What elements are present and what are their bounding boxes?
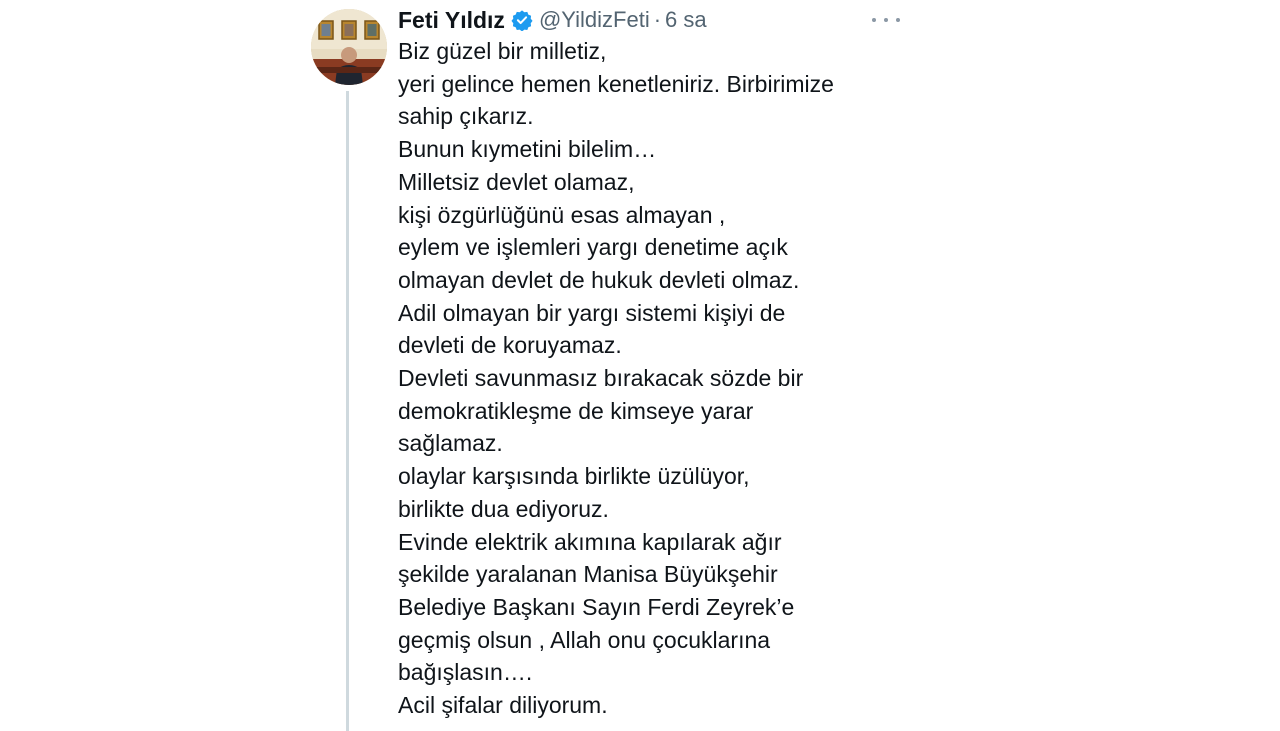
separator-dot: ·: [653, 7, 662, 32]
tweet-text-line: Bunun kıymetini bilelim…: [398, 136, 657, 163]
tweet-timestamp[interactable]: 6 sa: [665, 7, 707, 33]
tweet: Feti Yıldız @YildizFeti · 6 sa Biz güzel…: [0, 0, 1280, 731]
tweet-text-line: eylem ve işlemleri yargı denetime açık: [398, 234, 788, 261]
verified-badge-icon: [511, 9, 533, 32]
tweet-text-line: bağışlasın….: [398, 659, 533, 686]
tweet-text-line: demokratikleşme de kimseye yarar: [398, 397, 754, 424]
tweet-text: Biz güzel bir milletiz, yeri gelince heme…: [398, 35, 918, 722]
tweet-text-line: şekilde yaralanan Manisa Büyükşehir: [398, 561, 778, 588]
avatar[interactable]: [311, 9, 387, 85]
more-dot: [884, 18, 888, 22]
tweet-text-line: olaylar karşısında birlikte üzülüyor,: [398, 463, 750, 490]
more-dot: [896, 18, 900, 22]
tweet-text-line: Devleti savunmasız bırakacak sözde bir: [398, 365, 804, 392]
tweet-text-line: birlikte dua ediyoruz.: [398, 495, 609, 522]
author-name[interactable]: Feti Yıldız: [398, 7, 505, 34]
tweet-header: Feti Yıldız @YildizFeti · 6 sa: [398, 4, 707, 36]
tweet-text-line: geçmiş olsun , Allah onu çocuklarına: [398, 626, 771, 653]
avatar-photo: [311, 9, 387, 85]
tweet-text-line: Evinde elektrik akımına kapılarak ağır: [398, 528, 782, 555]
tweet-text-line: kişi özgürlüğünü esas almayan ,: [398, 201, 726, 228]
tweet-text-line: Adil olmayan bir yargı sistemi kişiyi de: [398, 299, 786, 326]
more-dot: [872, 18, 876, 22]
more-options-icon[interactable]: [872, 12, 900, 28]
author-handle[interactable]: @YildizFeti: [539, 7, 650, 33]
tweet-text-line: Biz güzel bir milletiz,: [398, 38, 607, 64]
tweet-text-line: yeri gelince hemen kenetleniriz. Birbiri…: [398, 70, 834, 97]
tweet-text-line: sahip çıkarız.: [398, 103, 534, 130]
tweet-text-line: devleti de koruyamaz.: [398, 332, 622, 359]
tweet-text-line: Acil şifalar diliyorum.: [398, 692, 608, 719]
tweet-text-line: olmayan devlet de hukuk devleti olmaz.: [398, 266, 800, 293]
thread-line: [346, 91, 349, 731]
tweet-text-line: Belediye Başkanı Sayın Ferdi Zeyrek’e: [398, 593, 795, 620]
tweet-text-line: sağlamaz.: [398, 430, 503, 457]
tweet-text-line: Milletsiz devlet olamaz,: [398, 168, 635, 195]
